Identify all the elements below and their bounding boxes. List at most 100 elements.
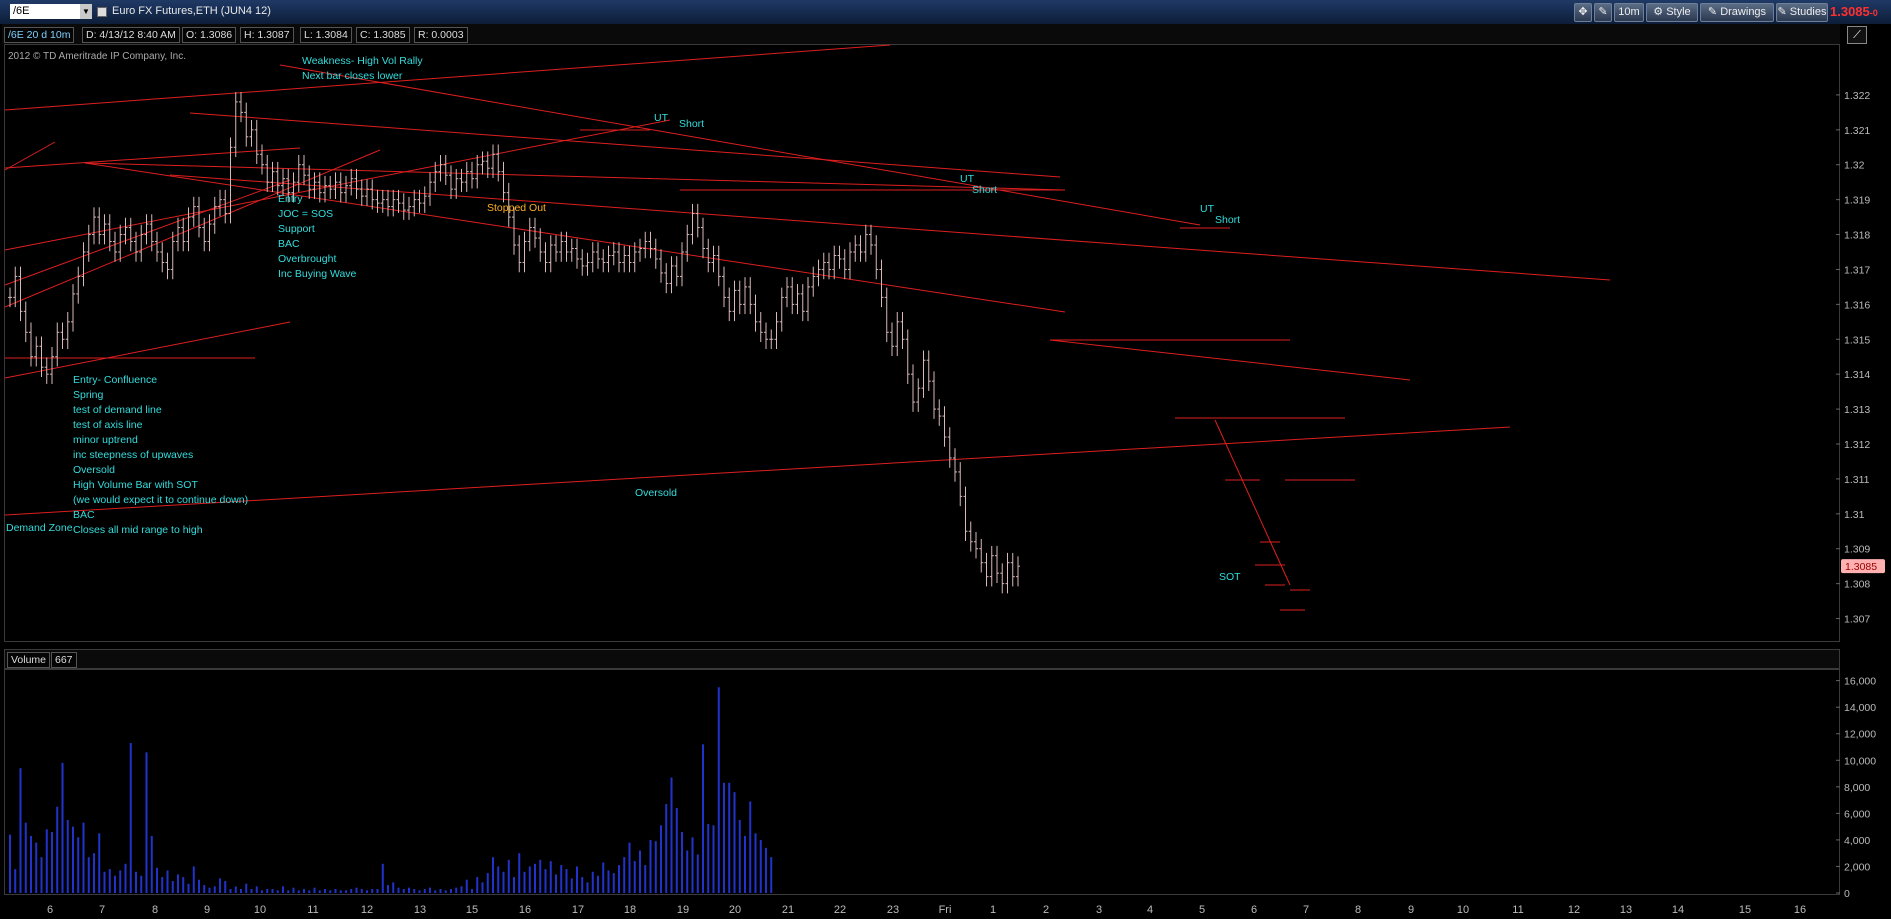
- volume-bar: [597, 875, 599, 893]
- price-tick-label: 1.313: [1844, 404, 1870, 416]
- volume-bar: [439, 889, 442, 893]
- volume-bar: [208, 887, 211, 893]
- time-tick-label: 6: [47, 904, 53, 916]
- volume-bar: [292, 887, 295, 893]
- volume-bar: [675, 808, 678, 893]
- price-tick-label: 1.316: [1844, 299, 1870, 311]
- volume-bar: [660, 825, 662, 893]
- volume-bar: [30, 835, 32, 893]
- volume-bar: [423, 889, 426, 893]
- volume-tick-label: 0: [1844, 888, 1850, 900]
- time-tick-label: 12: [1568, 904, 1580, 916]
- volume-bar: [198, 879, 200, 893]
- trend-line: [84, 162, 1066, 313]
- volume-bar: [528, 866, 531, 893]
- volume-tick-label: 14,000: [1844, 702, 1876, 714]
- time-tick-label: 14: [1672, 904, 1684, 916]
- price-tick-label: 1.315: [1844, 334, 1870, 346]
- volume-bar: [376, 889, 379, 893]
- volume-bar: [371, 889, 374, 893]
- volume-bar: [119, 870, 122, 893]
- volume-bar: [182, 877, 185, 893]
- trend-line: [4, 179, 291, 286]
- volume-bar: [103, 871, 106, 893]
- volume-bar: [219, 878, 221, 893]
- volume-bar: [523, 871, 526, 893]
- price-tick-label: 1.31: [1844, 509, 1865, 521]
- volume-bar: [738, 820, 741, 893]
- time-tick-label: 12: [361, 904, 373, 916]
- time-tick-label: 11: [1512, 904, 1523, 916]
- annotation-stopped-out: Stopped Out: [487, 202, 546, 214]
- volume-bar: [665, 804, 668, 893]
- volume-bar: [24, 822, 27, 893]
- volume-bar: [670, 777, 673, 893]
- volume-bar: [408, 887, 410, 893]
- time-tick-label: 19: [677, 904, 689, 916]
- price-tick-label: 1.309: [1844, 544, 1870, 556]
- volume-bar: [644, 865, 647, 893]
- volume-bar: [35, 842, 38, 893]
- annotation-entry-joc: Overbrought: [278, 253, 336, 265]
- volume-bar: [161, 877, 164, 893]
- volume-tick-label: 8,000: [1844, 782, 1870, 794]
- volume-bar: [465, 879, 468, 893]
- volume-bar: [633, 861, 636, 893]
- volume-bar: [481, 882, 484, 893]
- volume-bar: [77, 837, 80, 893]
- volume-bar: [51, 831, 53, 893]
- volume-bar: [770, 857, 773, 893]
- volume-bar: [345, 890, 347, 893]
- volume-tick-label: 10,000: [1844, 755, 1876, 767]
- volume-bar: [287, 890, 290, 893]
- volume-bar: [124, 863, 127, 893]
- volume-bar: [82, 822, 85, 893]
- volume-bar: [759, 839, 762, 893]
- volume-bar: [45, 829, 48, 893]
- volume-bar: [581, 877, 584, 893]
- volume-bar: [654, 841, 657, 893]
- volume-bar: [602, 862, 605, 893]
- volume-bar: [502, 871, 505, 893]
- volume-bar: [717, 687, 720, 893]
- volume-bar: [14, 869, 17, 893]
- volume-bar: [560, 865, 563, 893]
- volume-bar: [765, 847, 767, 893]
- volume-bar: [612, 873, 615, 893]
- volume-bar: [733, 792, 736, 893]
- volume-bar: [203, 885, 206, 893]
- annotation-entry-joc: Inc Buying Wave: [278, 268, 357, 280]
- time-tick-label: 13: [1620, 904, 1632, 916]
- volume-bar: [250, 889, 253, 893]
- volume-bar: [98, 833, 101, 893]
- annotation-short2: Short: [972, 184, 997, 196]
- volume-bar: [177, 874, 179, 893]
- volume-bar: [261, 890, 263, 893]
- volume-bar: [108, 869, 111, 893]
- last-price-label: 1.3085: [1845, 561, 1877, 573]
- volume-bar: [156, 867, 158, 893]
- price-tick-label: 1.322: [1844, 90, 1870, 102]
- volume-bar: [213, 886, 216, 893]
- price-tick-label: 1.317: [1844, 264, 1870, 276]
- volume-bar: [224, 881, 227, 893]
- time-tick-label: 3: [1096, 904, 1102, 916]
- annotation-entry-joc: Support: [278, 223, 315, 235]
- annotation-weakness: Weakness- High Vol Rally: [302, 55, 423, 67]
- time-tick-label: 4: [1147, 904, 1153, 916]
- trend-line: [189, 112, 1061, 178]
- trend-line: [4, 149, 381, 308]
- volume-bar: [56, 806, 59, 893]
- annotation-entry-joc: BAC: [278, 238, 300, 250]
- volume-bar: [255, 886, 258, 893]
- volume-bar: [570, 878, 573, 893]
- volume-bar: [392, 882, 395, 893]
- volume-bar: [245, 883, 248, 893]
- volume-bar: [518, 853, 521, 893]
- volume-tick-label: 6,000: [1844, 808, 1870, 820]
- volume-bar: [712, 825, 715, 893]
- annotation-entry-confluence: minor uptrend: [73, 434, 138, 446]
- volume-bar: [266, 889, 269, 893]
- annotation-sot: SOT: [1219, 571, 1241, 583]
- volume-bar: [229, 889, 232, 893]
